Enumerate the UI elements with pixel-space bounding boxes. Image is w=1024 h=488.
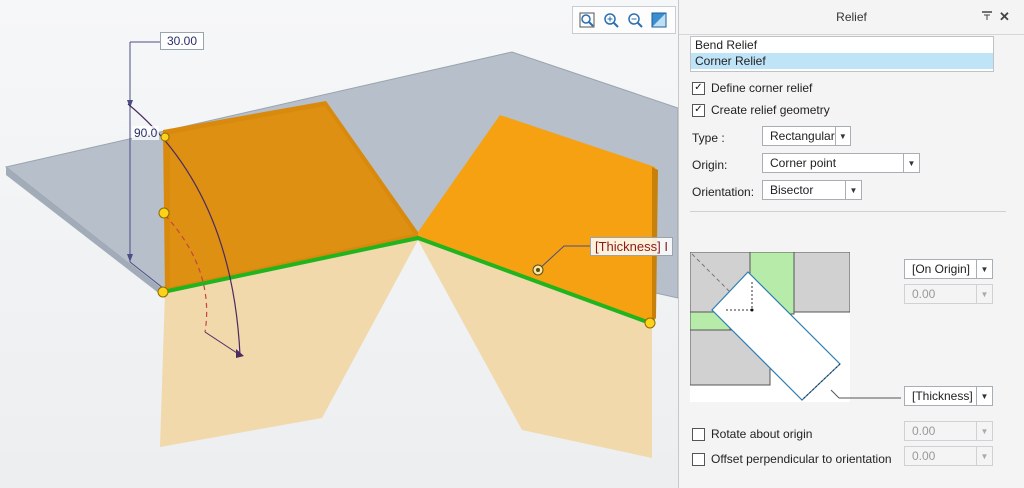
type-label: Type : (692, 131, 725, 145)
panel-title: Relief (836, 10, 867, 24)
define-corner-relief-label: Define corner relief (711, 81, 813, 95)
type-select[interactable]: Rectangular ▼ (762, 126, 851, 146)
thickness-handle-dot (536, 268, 540, 272)
origin-label: Origin: (692, 158, 728, 172)
thickness-label[interactable]: [Thickness] I (590, 237, 673, 256)
rotate-about-origin-row[interactable]: Rotate about origin (692, 427, 812, 441)
relief-type-list[interactable]: Bend Relief Corner Relief (690, 36, 994, 72)
rotate-angle-value: 0.00 (912, 424, 936, 438)
orientation-label: Orientation: (692, 185, 755, 199)
drag-handle[interactable] (160, 132, 170, 142)
orientation-select[interactable]: Bisector ▼ (762, 180, 862, 200)
graphics-area[interactable]: 30.00 90.0 [Thickness] I (0, 0, 678, 488)
model-scene[interactable] (0, 0, 678, 488)
chevron-down-icon[interactable]: ▼ (976, 285, 992, 303)
chevron-down-icon[interactable]: ▼ (903, 154, 919, 172)
display-style-icon[interactable] (649, 10, 669, 30)
chevron-down-icon[interactable]: ▼ (976, 422, 992, 440)
offset-perpendicular-field[interactable]: 0.00 ▼ (904, 446, 993, 466)
list-item-corner-relief[interactable]: Corner Relief (691, 53, 993, 69)
origin-select[interactable]: Corner point ▼ (762, 153, 920, 173)
rotate-about-origin-label: Rotate about origin (711, 427, 813, 441)
drag-handle[interactable] (157, 286, 169, 298)
origin-reference-value: [On Origin] (912, 262, 971, 276)
chevron-down-icon[interactable]: ▼ (976, 260, 992, 278)
origin-offset-value: 0.00 (912, 287, 936, 301)
origin-value: Corner point (770, 156, 837, 170)
relief-panel: Relief ✕ Bend Relief Corner Relief ✓ Def… (678, 0, 1024, 488)
separator (690, 211, 1006, 212)
chevron-down-icon[interactable]: ▼ (976, 447, 992, 465)
type-value: Rectangular (770, 129, 835, 143)
rotate-about-origin-checkbox[interactable] (692, 427, 705, 441)
offset-perpendicular-value: 0.00 (912, 449, 936, 463)
height-dimension-label[interactable]: 30.00 (160, 32, 205, 50)
orientation-value: Bisector (770, 183, 814, 197)
rotate-angle-field[interactable]: 0.00 ▼ (904, 421, 993, 441)
offset-perpendicular-checkbox[interactable] (692, 452, 705, 466)
create-relief-geometry-checkbox[interactable]: ✓ (692, 103, 705, 117)
offset-perpendicular-label: Offset perpendicular to orientation (711, 452, 892, 466)
refit-icon[interactable] (577, 10, 597, 30)
angle-dimension-label[interactable]: 90.0 (132, 126, 160, 140)
offset-perpendicular-row[interactable]: Offset perpendicular to orientation (692, 452, 892, 466)
drag-handle[interactable] (644, 317, 656, 329)
origin-offset-field[interactable]: 0.00 ▼ (904, 284, 993, 304)
zoom-in-icon[interactable] (601, 10, 621, 30)
origin-reference-select[interactable]: [On Origin] ▼ (904, 259, 993, 279)
chevron-down-icon[interactable]: ▼ (834, 127, 850, 145)
relief-width-value: [Thickness] (912, 389, 973, 403)
chevron-down-icon[interactable]: ▼ (976, 387, 992, 405)
relief-width-select[interactable]: [Thickness] ▼ (904, 386, 993, 406)
create-relief-geometry-label: Create relief geometry (711, 103, 830, 117)
relief-diagram (690, 252, 850, 402)
pin-icon[interactable] (981, 9, 993, 24)
zoom-out-icon[interactable] (625, 10, 645, 30)
drag-handle[interactable] (158, 207, 170, 219)
list-item-bend-relief[interactable]: Bend Relief (691, 37, 993, 53)
define-corner-relief-row[interactable]: ✓ Define corner relief (692, 81, 812, 95)
close-icon[interactable]: ✕ (999, 9, 1010, 25)
panel-header: Relief ✕ (679, 0, 1024, 35)
create-relief-geometry-row[interactable]: ✓ Create relief geometry (692, 103, 830, 117)
diagram-leaders (830, 389, 901, 399)
view-toolbar (572, 6, 676, 34)
define-corner-relief-checkbox[interactable]: ✓ (692, 81, 705, 95)
chevron-down-icon[interactable]: ▼ (845, 181, 861, 199)
